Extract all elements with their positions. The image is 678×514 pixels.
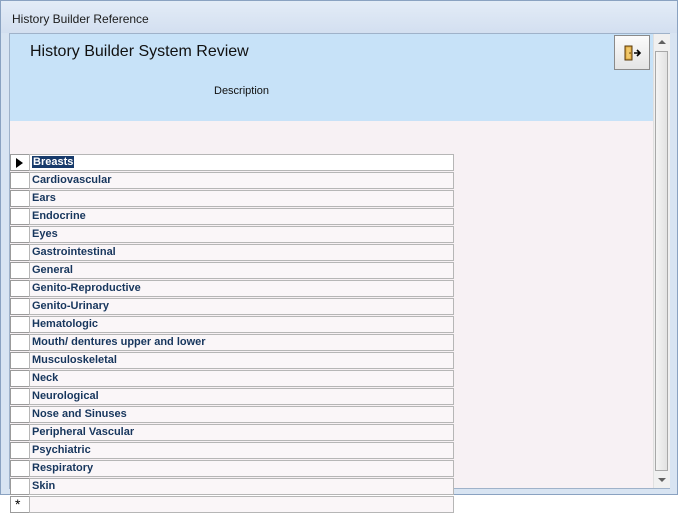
record-selector[interactable] bbox=[10, 298, 29, 315]
table-row[interactable]: Psychiatric bbox=[10, 442, 455, 460]
table-row[interactable]: Breasts bbox=[10, 154, 455, 172]
scroll-up-button[interactable] bbox=[654, 34, 670, 50]
description-cell[interactable]: Gastrointestinal bbox=[29, 244, 454, 261]
record-selector[interactable] bbox=[10, 154, 29, 171]
record-selector[interactable] bbox=[10, 424, 29, 441]
description-text: Nose and Sinuses bbox=[32, 408, 127, 420]
description-cell[interactable]: Nose and Sinuses bbox=[29, 406, 454, 423]
scroll-down-button[interactable] bbox=[654, 472, 670, 488]
description-cell[interactable]: Neurological bbox=[29, 388, 454, 405]
description-cell[interactable]: Endocrine bbox=[29, 208, 454, 225]
record-selector[interactable]: * bbox=[10, 496, 29, 513]
description-cell[interactable]: Genito-Reproductive bbox=[29, 280, 454, 297]
title-bar[interactable]: History Builder Reference bbox=[1, 1, 677, 33]
app-window: History Builder Reference History Builde… bbox=[0, 0, 678, 513]
table-row[interactable]: Mouth/ dentures upper and lower bbox=[10, 334, 455, 352]
description-cell[interactable]: Mouth/ dentures upper and lower bbox=[29, 334, 454, 351]
description-text: Breasts bbox=[32, 156, 75, 168]
description-text: Genito-Reproductive bbox=[32, 282, 141, 294]
table-row[interactable]: Nose and Sinuses bbox=[10, 406, 455, 424]
description-cell[interactable]: Genito-Urinary bbox=[29, 298, 454, 315]
scroll-thumb[interactable] bbox=[655, 51, 668, 471]
record-selector[interactable] bbox=[10, 244, 29, 261]
form-title: History Builder System Review bbox=[30, 43, 249, 60]
description-text: Gastrointestinal bbox=[32, 246, 116, 258]
record-selector[interactable] bbox=[10, 190, 29, 207]
table-row[interactable]: Genito-Urinary bbox=[10, 298, 455, 316]
record-selector[interactable] bbox=[10, 208, 29, 225]
table-row[interactable]: Hematologic bbox=[10, 316, 455, 334]
window-title: History Builder Reference bbox=[12, 12, 149, 26]
description-cell[interactable]: Peripheral Vascular bbox=[29, 424, 454, 441]
record-selector[interactable] bbox=[10, 442, 29, 459]
description-cell[interactable]: Breasts bbox=[29, 154, 454, 171]
new-record-row[interactable]: * bbox=[10, 496, 455, 514]
description-text: Skin bbox=[32, 480, 56, 492]
description-column-header: Description bbox=[214, 85, 270, 97]
record-selector[interactable] bbox=[10, 370, 29, 387]
description-cell[interactable]: General bbox=[29, 262, 454, 279]
scroll-up-icon bbox=[658, 40, 666, 44]
description-cell[interactable]: Skin bbox=[29, 478, 454, 495]
record-selector[interactable] bbox=[10, 352, 29, 369]
description-cell[interactable] bbox=[29, 496, 454, 513]
description-cell[interactable]: Respiratory bbox=[29, 460, 454, 477]
record-selector[interactable] bbox=[10, 334, 29, 351]
description-text: Eyes bbox=[32, 228, 58, 240]
description-text: Endocrine bbox=[32, 210, 86, 222]
record-selector[interactable] bbox=[10, 280, 29, 297]
description-text: General bbox=[32, 264, 73, 276]
table-row[interactable]: Peripheral Vascular bbox=[10, 424, 455, 442]
table-row[interactable]: General bbox=[10, 262, 455, 280]
detail-section: Breasts Cardiovascular Ears Endocrine Eyes Ga… bbox=[10, 121, 653, 513]
record-selector[interactable] bbox=[10, 478, 29, 495]
description-text: Psychiatric bbox=[32, 444, 91, 456]
scroll-down-icon bbox=[658, 478, 666, 482]
record-selector[interactable] bbox=[10, 406, 29, 423]
table-row[interactable]: Musculoskeletal bbox=[10, 352, 455, 370]
description-text: Mouth/ dentures upper and lower bbox=[32, 336, 206, 348]
table-row[interactable]: Respiratory bbox=[10, 460, 455, 478]
description-cell[interactable]: Ears bbox=[29, 190, 454, 207]
exit-button[interactable] bbox=[614, 35, 650, 70]
description-text: Ears bbox=[32, 192, 56, 204]
record-selector[interactable] bbox=[10, 460, 29, 477]
record-selector[interactable] bbox=[10, 226, 29, 243]
current-record-icon bbox=[16, 158, 23, 168]
description-text: Musculoskeletal bbox=[32, 354, 117, 366]
table-row[interactable]: Skin bbox=[10, 478, 455, 496]
table-row[interactable]: Eyes bbox=[10, 226, 455, 244]
exit-door-icon bbox=[624, 45, 642, 61]
description-text: Neurological bbox=[32, 390, 99, 402]
form-header: History Builder System Review Descriptio… bbox=[10, 34, 653, 121]
table-row[interactable]: Genito-Reproductive bbox=[10, 280, 455, 298]
table-row[interactable]: Ears bbox=[10, 190, 455, 208]
record-selector[interactable] bbox=[10, 316, 29, 333]
vertical-scrollbar[interactable] bbox=[653, 34, 670, 488]
description-text: Genito-Urinary bbox=[32, 300, 110, 312]
table-row[interactable]: Gastrointestinal bbox=[10, 244, 455, 262]
table-row[interactable]: Neurological bbox=[10, 388, 455, 406]
description-text: Neck bbox=[32, 372, 59, 384]
table-row[interactable]: Neck bbox=[10, 370, 455, 388]
form-client-area: History Builder System Review Descriptio… bbox=[9, 33, 670, 513]
description-cell[interactable]: Hematologic bbox=[29, 316, 454, 333]
description-cell[interactable]: Musculoskeletal bbox=[29, 352, 454, 369]
record-selector[interactable] bbox=[10, 172, 29, 189]
description-text: Peripheral Vascular bbox=[32, 426, 135, 438]
description-text: Hematologic bbox=[32, 318, 99, 330]
new-record-icon: * bbox=[15, 496, 21, 512]
table-row[interactable]: Cardiovascular bbox=[10, 172, 455, 190]
table-row[interactable]: Endocrine bbox=[10, 208, 455, 226]
description-text: Cardiovascular bbox=[32, 174, 112, 186]
record-selector[interactable] bbox=[10, 262, 29, 279]
description-cell[interactable]: Cardiovascular bbox=[29, 172, 454, 189]
description-cell[interactable]: Eyes bbox=[29, 226, 454, 243]
record-selector[interactable] bbox=[10, 388, 29, 405]
description-text: Respiratory bbox=[32, 462, 94, 474]
description-cell[interactable]: Psychiatric bbox=[29, 442, 454, 459]
description-cell[interactable]: Neck bbox=[29, 370, 454, 387]
